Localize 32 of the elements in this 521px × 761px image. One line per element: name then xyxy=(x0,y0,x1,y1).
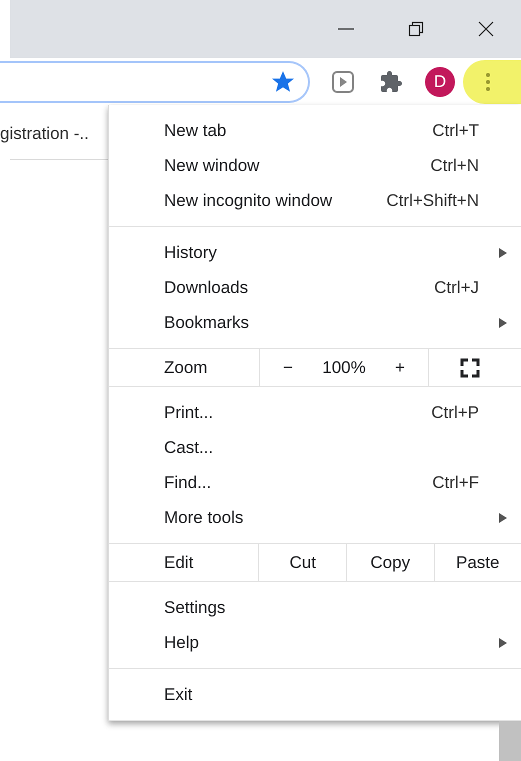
scrollbar xyxy=(499,721,521,761)
edit-label: Edit xyxy=(163,552,194,574)
media-play-icon[interactable] xyxy=(331,70,355,94)
menu-item[interactable]: History xyxy=(109,235,521,270)
zoom-level: 100% xyxy=(321,356,367,379)
menu-item[interactable]: New window Ctrl+N xyxy=(109,148,521,183)
menu-item[interactable]: Cast... xyxy=(109,430,521,465)
edit-action-button[interactable]: Paste xyxy=(434,544,521,581)
menu-item[interactable]: Bookmarks xyxy=(109,305,521,340)
restore-icon[interactable] xyxy=(408,21,424,37)
profile-avatar[interactable]: D xyxy=(425,66,455,96)
fullscreen-icon[interactable] xyxy=(460,358,480,378)
more-vertical-icon xyxy=(486,72,490,90)
edit-action-button[interactable]: Copy xyxy=(346,544,434,581)
zoom-in-button[interactable]: + xyxy=(372,354,428,380)
minimize-icon[interactable] xyxy=(338,28,354,30)
menu-item[interactable]: Print... Ctrl+P xyxy=(109,395,521,430)
star-icon[interactable] xyxy=(272,70,294,92)
zoom-label: Zoom xyxy=(163,356,208,379)
puzzle-icon[interactable] xyxy=(379,70,403,94)
zoom-out-button[interactable]: − xyxy=(260,354,316,380)
menu-item[interactable]: Downloads Ctrl+J xyxy=(109,270,521,305)
menu-item[interactable]: New tab Ctrl+T xyxy=(109,113,521,148)
menu-item[interactable]: Settings xyxy=(109,590,521,625)
menu-item[interactable]: Exit xyxy=(109,677,521,712)
menu-item[interactable]: More tools xyxy=(109,500,521,535)
close-icon[interactable] xyxy=(478,21,494,37)
menu-item[interactable]: Help xyxy=(109,625,521,660)
menu-item[interactable]: New incognito window Ctrl+Shift+N xyxy=(109,183,521,218)
menu-item[interactable]: Find... Ctrl+F xyxy=(109,465,521,500)
edit-action-button[interactable]: Cut xyxy=(258,544,346,581)
highlight-mark xyxy=(513,60,521,104)
